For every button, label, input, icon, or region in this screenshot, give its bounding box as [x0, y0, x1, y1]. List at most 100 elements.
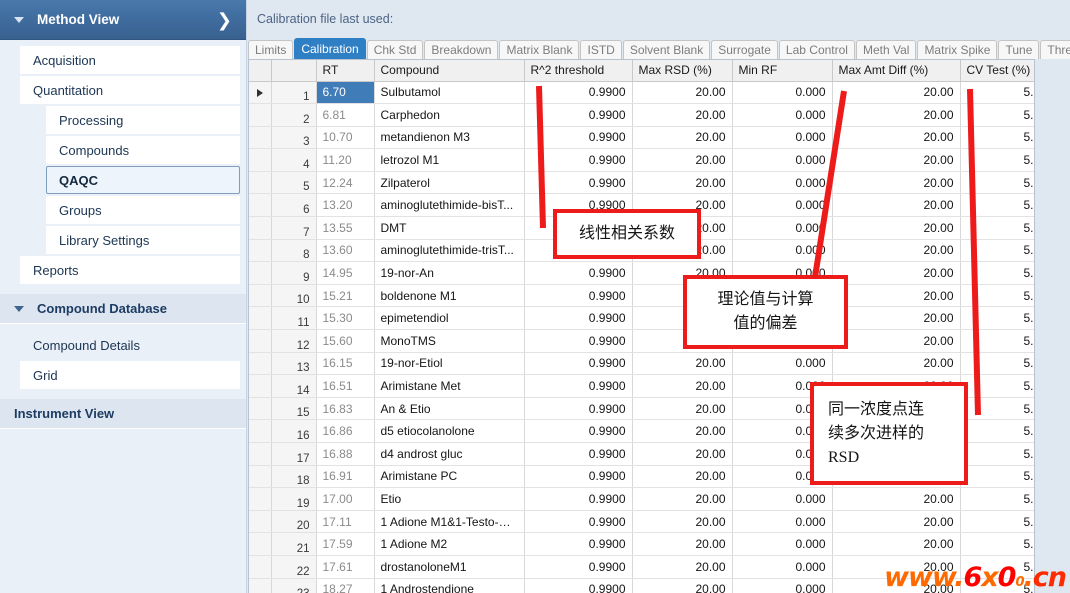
- row-selector-cell[interactable]: [249, 533, 271, 556]
- max-amt-diff-cell[interactable]: 20.00: [832, 104, 960, 127]
- column-header-amt-diff[interactable]: Max Amt Diff (%): [832, 60, 960, 81]
- row-number-cell[interactable]: 9: [271, 262, 316, 285]
- min-rf-cell[interactable]: 0.000: [732, 352, 832, 375]
- sidebar-group-instrument-view[interactable]: Instrument View: [0, 399, 246, 429]
- r2-threshold-cell[interactable]: 0.9900: [524, 510, 632, 533]
- row-number-cell[interactable]: 19: [271, 488, 316, 511]
- sidebar-item-compound-details[interactable]: Compound Details: [20, 331, 240, 359]
- row-number-cell[interactable]: 3: [271, 126, 316, 149]
- max-rsd-cell[interactable]: 20.00: [632, 420, 732, 443]
- tab-matrix-spike[interactable]: Matrix Spike: [917, 40, 997, 59]
- sidebar-header-method-view[interactable]: Method View ❯: [0, 0, 246, 40]
- cv-test-cell[interactable]: 5.000: [960, 126, 1035, 149]
- max-rsd-cell[interactable]: 20.00: [632, 149, 732, 172]
- rt-cell[interactable]: 18.27: [316, 578, 374, 593]
- row-number-cell[interactable]: 22: [271, 555, 316, 578]
- compound-cell[interactable]: Sulbutamol: [374, 81, 524, 104]
- max-amt-diff-cell[interactable]: 20.00: [832, 171, 960, 194]
- tab-chk-std[interactable]: Chk Std: [367, 40, 424, 59]
- row-number-cell[interactable]: 7: [271, 217, 316, 240]
- table-row[interactable]: 2117.591 Adione M20.990020.000.00020.005…: [249, 533, 1035, 556]
- max-rsd-cell[interactable]: 20.00: [632, 104, 732, 127]
- cv-test-cell[interactable]: 5.000: [960, 149, 1035, 172]
- tab-limits[interactable]: Limits: [248, 40, 293, 59]
- rt-cell[interactable]: 15.30: [316, 307, 374, 330]
- max-amt-diff-cell[interactable]: 20.00: [832, 81, 960, 104]
- sidebar-item-reports[interactable]: Reports: [20, 256, 240, 284]
- sidebar-item-grid[interactable]: Grid: [20, 361, 240, 389]
- min-rf-cell[interactable]: 0.000: [732, 578, 832, 593]
- row-selector-cell[interactable]: [249, 352, 271, 375]
- rt-cell[interactable]: 16.83: [316, 397, 374, 420]
- row-selector-cell[interactable]: [249, 555, 271, 578]
- compound-cell[interactable]: Arimistane Met: [374, 375, 524, 398]
- r2-threshold-cell[interactable]: 0.9900: [524, 420, 632, 443]
- rt-cell[interactable]: 16.15: [316, 352, 374, 375]
- row-selector-cell[interactable]: [249, 262, 271, 285]
- row-number-cell[interactable]: 8: [271, 239, 316, 262]
- cv-test-cell[interactable]: 5.000: [960, 465, 1035, 488]
- row-number-cell[interactable]: 10: [271, 284, 316, 307]
- max-amt-diff-cell[interactable]: 20.00: [832, 284, 960, 307]
- compound-cell[interactable]: aminoglutethimide-bisT...: [374, 194, 524, 217]
- row-selector-cell[interactable]: [249, 194, 271, 217]
- max-rsd-cell[interactable]: 20.00: [632, 126, 732, 149]
- min-rf-cell[interactable]: 0.000: [732, 488, 832, 511]
- max-amt-diff-cell[interactable]: 20.00: [832, 217, 960, 240]
- row-number-cell[interactable]: 1: [271, 81, 316, 104]
- row-number-cell[interactable]: 12: [271, 330, 316, 353]
- chevron-right-icon[interactable]: ❯: [217, 11, 232, 29]
- rt-cell[interactable]: 16.86: [316, 420, 374, 443]
- r2-threshold-cell[interactable]: 0.9900: [524, 533, 632, 556]
- sidebar-item-qaqc[interactable]: QAQC: [46, 166, 240, 194]
- compound-cell[interactable]: 1 Androstendione: [374, 578, 524, 593]
- max-rsd-cell[interactable]: 20.00: [632, 81, 732, 104]
- row-number-cell[interactable]: 16: [271, 420, 316, 443]
- rt-cell[interactable]: 11.20: [316, 149, 374, 172]
- row-selector-cell[interactable]: [249, 149, 271, 172]
- cv-test-cell[interactable]: 5.000: [960, 284, 1035, 307]
- sidebar-item-library-settings[interactable]: Library Settings: [46, 226, 240, 254]
- max-rsd-cell[interactable]: 20.00: [632, 533, 732, 556]
- tab-calibration[interactable]: Calibration: [294, 38, 365, 59]
- max-rsd-cell[interactable]: 20.00: [632, 488, 732, 511]
- min-rf-cell[interactable]: 0.000: [732, 510, 832, 533]
- column-header-rownum[interactable]: [271, 60, 316, 81]
- row-number-cell[interactable]: 2: [271, 104, 316, 127]
- column-header-max-rsd[interactable]: Max RSD (%): [632, 60, 732, 81]
- row-selector-cell[interactable]: [249, 284, 271, 307]
- tab-solvent-blank[interactable]: Solvent Blank: [623, 40, 710, 59]
- max-rsd-cell[interactable]: 20.00: [632, 352, 732, 375]
- rt-cell[interactable]: 17.11: [316, 510, 374, 533]
- column-header-compound[interactable]: Compound: [374, 60, 524, 81]
- row-number-cell[interactable]: 23: [271, 578, 316, 593]
- row-selector-cell[interactable]: [249, 465, 271, 488]
- tab-breakdown[interactable]: Breakdown: [424, 40, 498, 59]
- cv-test-cell[interactable]: 5.000: [960, 104, 1035, 127]
- row-selector-cell[interactable]: [249, 171, 271, 194]
- table-row[interactable]: 1917.00Etio0.990020.000.00020.005.000: [249, 488, 1035, 511]
- compound-cell[interactable]: Carphedon: [374, 104, 524, 127]
- table-row[interactable]: 310.70metandienon M30.990020.000.00020.0…: [249, 126, 1035, 149]
- max-amt-diff-cell[interactable]: 20.00: [832, 510, 960, 533]
- compound-cell[interactable]: An & Etio: [374, 397, 524, 420]
- row-selector-cell[interactable]: [249, 443, 271, 466]
- row-selector-cell[interactable]: [249, 330, 271, 353]
- r2-threshold-cell[interactable]: 0.9900: [524, 284, 632, 307]
- min-rf-cell[interactable]: 0.000: [732, 217, 832, 240]
- min-rf-cell[interactable]: 0.000: [732, 149, 832, 172]
- compound-cell[interactable]: MonoTMS: [374, 330, 524, 353]
- max-amt-diff-cell[interactable]: 20.00: [832, 307, 960, 330]
- min-rf-cell[interactable]: 0.000: [732, 533, 832, 556]
- compound-cell[interactable]: 19-nor-Etiol: [374, 352, 524, 375]
- tab-lab-control[interactable]: Lab Control: [779, 40, 855, 59]
- rt-cell[interactable]: 16.91: [316, 465, 374, 488]
- compound-cell[interactable]: 1 Adione M1&1-Testo-M...: [374, 510, 524, 533]
- max-amt-diff-cell[interactable]: 20.00: [832, 126, 960, 149]
- r2-threshold-cell[interactable]: 0.9900: [524, 443, 632, 466]
- compound-cell[interactable]: DMT: [374, 217, 524, 240]
- table-row[interactable]: 2017.111 Adione M1&1-Testo-M...0.990020.…: [249, 510, 1035, 533]
- sidebar-item-groups[interactable]: Groups: [46, 196, 240, 224]
- max-rsd-cell[interactable]: 20.00: [632, 443, 732, 466]
- compound-cell[interactable]: Zilpaterol: [374, 171, 524, 194]
